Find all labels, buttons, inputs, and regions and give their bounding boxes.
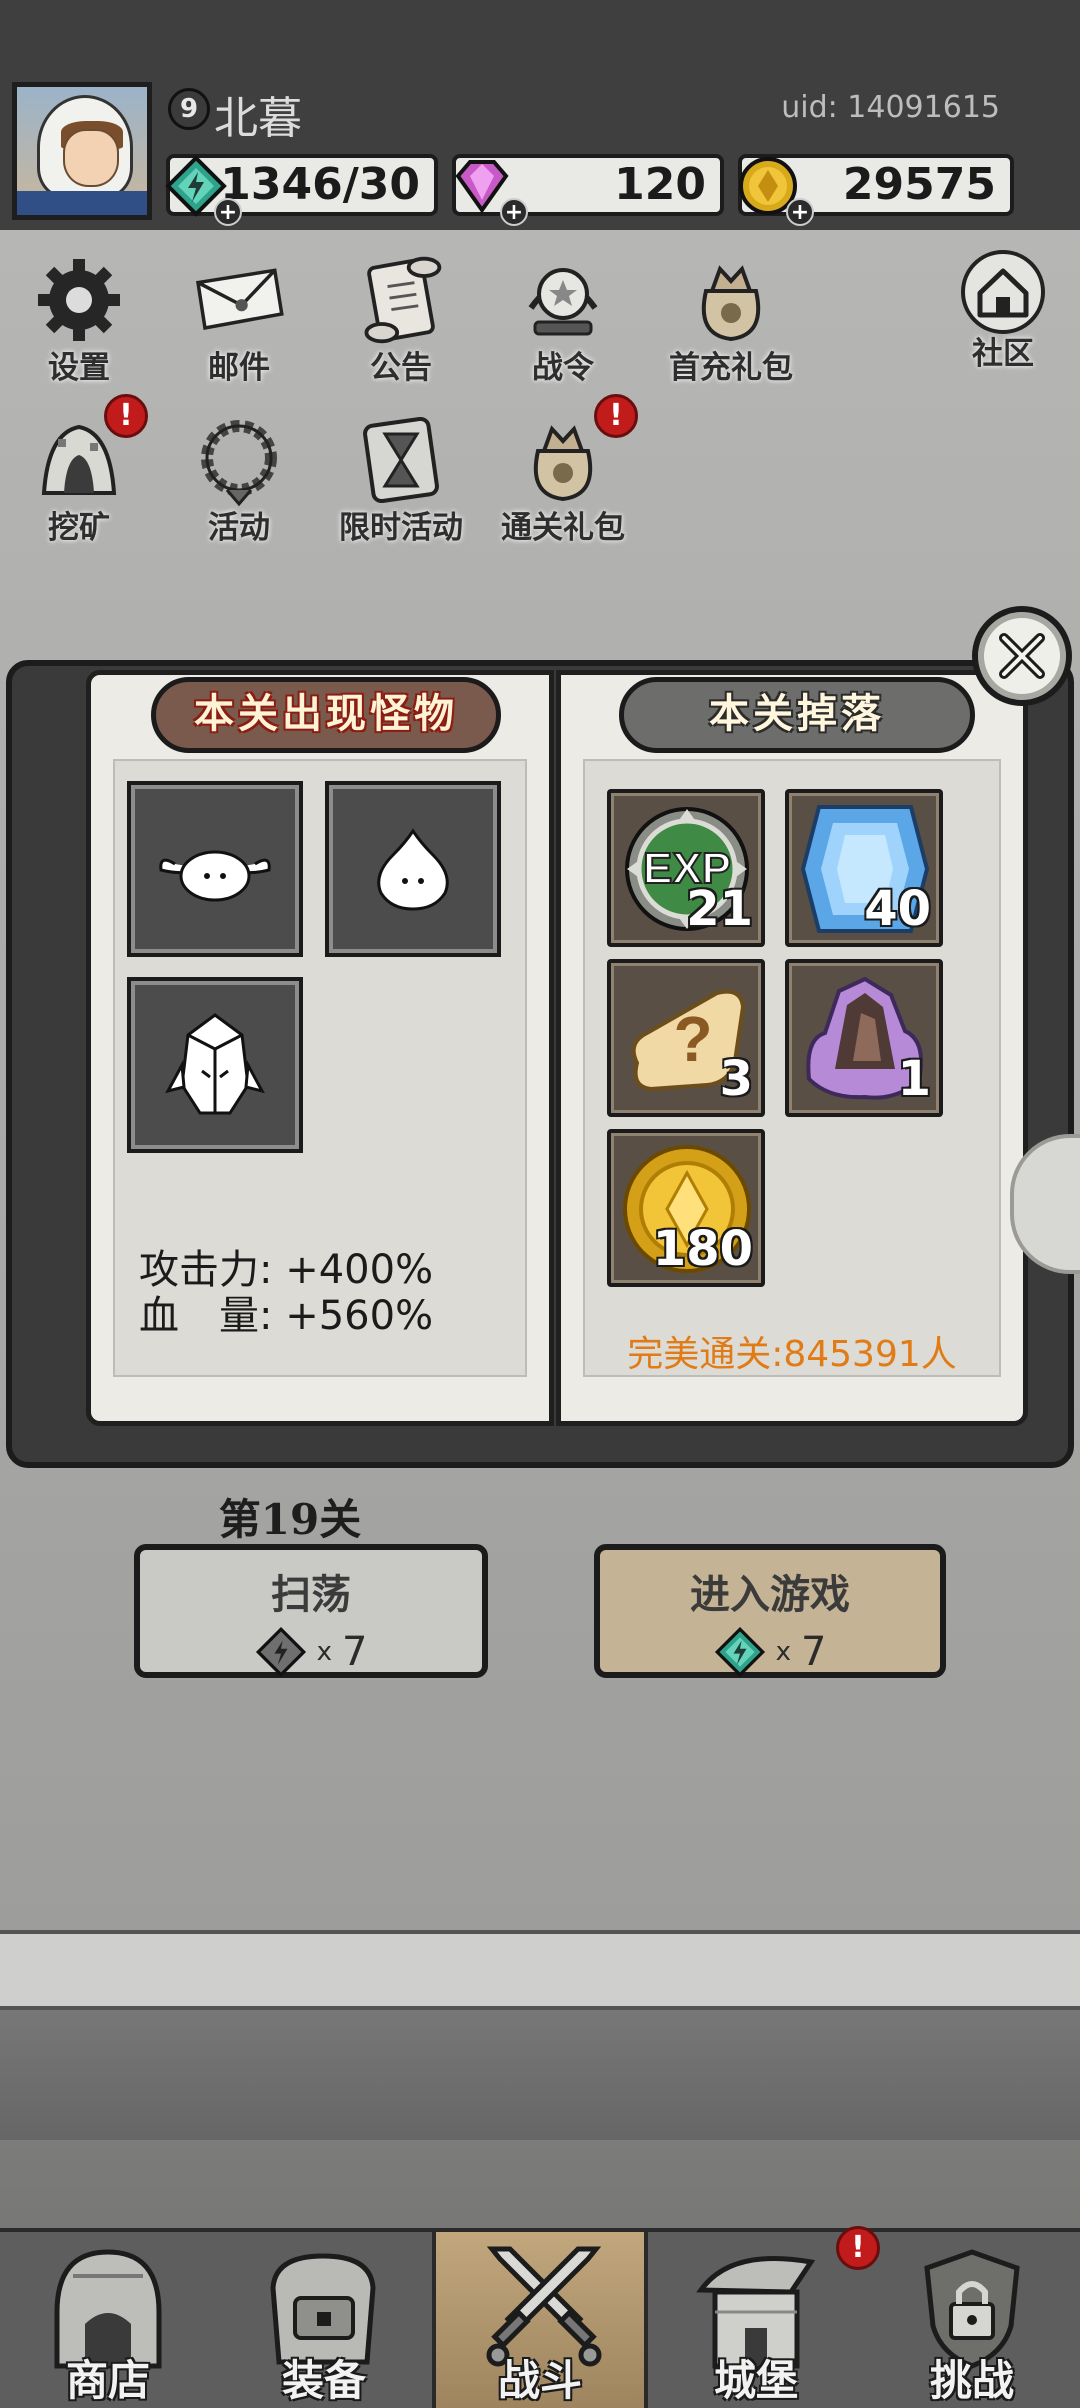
menu-label: 战令 (532, 350, 594, 386)
bunny-monster-icon (159, 850, 271, 902)
menu-first-recharge-pack[interactable]: 首充礼包 (656, 252, 806, 402)
energy-add-button[interactable]: + (214, 198, 242, 226)
menu-limited-event[interactable]: 限时活动 (326, 412, 476, 562)
drops-title: 本关掉落 (619, 677, 975, 753)
nav-label: 城堡 (713, 2356, 798, 2405)
gem-value: 120 (614, 159, 706, 210)
bottom-navigation: 商店 装备 战斗 城堡 ! 挑战 (0, 2226, 1080, 2408)
scroll-icon (353, 252, 449, 348)
sweep-label: 扫荡 (271, 1571, 351, 1618)
gear-icon (31, 252, 127, 348)
rubble-background (0, 2140, 1080, 2240)
nav-castle[interactable]: 城堡 (648, 2232, 864, 2408)
drop-slot[interactable]: EXP 21 (607, 789, 765, 947)
hp-stat: 血 量: +560% (139, 1283, 433, 1341)
drop-quantity: 21 (686, 881, 753, 937)
stage-title: 第19关 (218, 1495, 362, 1544)
close-icon (999, 633, 1045, 679)
home-icon (955, 244, 1051, 340)
energy-crystal-icon (255, 1626, 306, 1678)
mining-alert-badge: ! (104, 394, 148, 438)
nav-equipment[interactable]: 装备 (216, 2232, 432, 2408)
player-name: 北暮 (214, 93, 302, 144)
menu-settings[interactable]: 设置 (4, 252, 154, 402)
menu-battle-pass[interactable]: 战令 (488, 252, 638, 402)
drop-quantity: 3 (719, 1051, 753, 1107)
drop-slot[interactable]: 1 (785, 959, 943, 1117)
drop-quantity: 180 (652, 1221, 753, 1277)
gift-bag-icon (683, 252, 779, 348)
nav-shop[interactable]: 商店 (0, 2232, 216, 2408)
blob-monster-icon (377, 828, 449, 911)
energy-value: 1346/30 (220, 159, 420, 210)
sweep-button[interactable]: 扫荡 x 7 (134, 1544, 488, 1678)
drop-slot[interactable]: 40 (785, 789, 943, 947)
coin-resource-bar[interactable]: + 29575 (738, 154, 1014, 226)
monsters-title: 本关出现怪物 (151, 677, 501, 753)
player-uid: uid: 14091615 (781, 90, 1000, 125)
stage-info-book: 本关出现怪物 攻击力: +400% 血 量: +560% 本关掉落 EXP 21… (6, 660, 1074, 1468)
menu-label: 社区 (972, 336, 1034, 372)
energy-crystal-icon (714, 1626, 765, 1678)
monster-slot[interactable] (127, 781, 303, 957)
drop-slot[interactable]: 180 (607, 1129, 765, 1287)
menu-mail[interactable]: 邮件 (164, 252, 314, 402)
drop-slot[interactable]: ? 3 (607, 959, 765, 1117)
clear-pack-alert-badge: ! (594, 394, 638, 438)
wreath-icon (191, 412, 287, 508)
perfect-clear-count: 完美通关:845391人 (627, 1334, 957, 1375)
player-level-badge: 9 (168, 88, 210, 130)
menu-label: 首充礼包 (669, 350, 793, 386)
menu-community[interactable]: 社区 (928, 244, 1078, 394)
enter-game-label: 进入游戏 (690, 1571, 850, 1618)
monster-slot[interactable] (325, 781, 501, 957)
drop-quantity: 1 (897, 1051, 931, 1107)
svg-text:?: ? (673, 1003, 712, 1075)
drop-quantity: 40 (864, 881, 931, 937)
gem-add-button[interactable]: + (500, 198, 528, 226)
book-right-page: 本关掉落 EXP 21 40 ? 3 1 180 完美通关:845391人 (556, 670, 1028, 1426)
monster-slot[interactable] (127, 977, 303, 1153)
menu-events[interactable]: 活动 (164, 412, 314, 562)
nav-label: 商店 (65, 2356, 150, 2405)
energy-resource-bar[interactable]: + 1346/30 (165, 154, 438, 226)
nav-label: 战斗 (497, 2356, 582, 2405)
menu-label: 通关礼包 (501, 510, 625, 546)
nav-challenge[interactable]: 挑战 (864, 2232, 1080, 2408)
mail-icon (191, 252, 287, 348)
armor-monster-icon (165, 1013, 265, 1115)
hourglass-icon (353, 412, 449, 508)
bench-background (0, 1930, 1080, 2010)
battle-pass-icon (515, 252, 611, 348)
book-left-page: 本关出现怪物 攻击力: +400% 血 量: +560% (86, 670, 554, 1426)
close-book-button[interactable] (972, 606, 1072, 706)
player-avatar[interactable] (12, 82, 152, 220)
nav-label: 装备 (281, 2356, 366, 2405)
coin-value: 29575 (842, 159, 996, 210)
nav-battle[interactable]: 战斗 (432, 2232, 648, 2408)
enter-game-button[interactable]: 进入游戏 x 7 (594, 1544, 946, 1678)
sweep-cost: x 7 (140, 1626, 482, 1678)
hp-value: +560% (285, 1293, 434, 1339)
menu-announcement[interactable]: 公告 (326, 252, 476, 402)
hp-label: 血 量: (139, 1293, 273, 1339)
gem-resource-bar[interactable]: + 120 (452, 154, 724, 226)
enter-cost: x 7 (600, 1626, 940, 1678)
coin-add-button[interactable]: + (786, 198, 814, 226)
nav-label: 挑战 (929, 2356, 1014, 2405)
